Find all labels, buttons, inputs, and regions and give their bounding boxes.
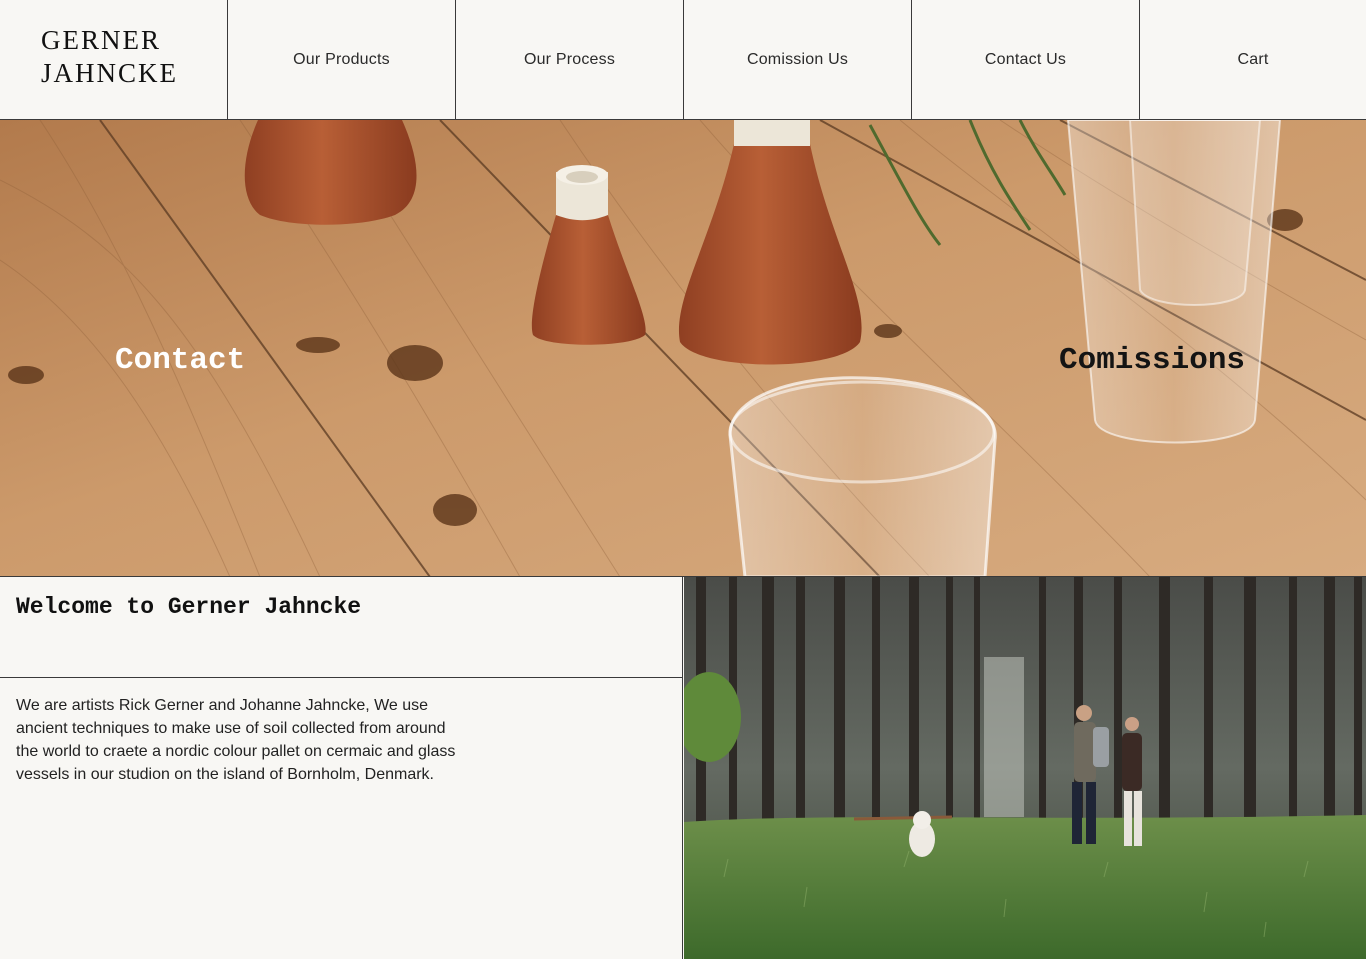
nav-our-process[interactable]: Our Process (456, 0, 684, 119)
brand-logo[interactable]: GERNER JAHNCKE (0, 0, 228, 119)
nav-cart[interactable]: Cart (1140, 0, 1366, 119)
welcome-heading: Welcome to Gerner Jahncke (16, 594, 362, 620)
hero-comissions-link[interactable]: Comissions (1059, 343, 1245, 378)
about-paragraph: We are artists Rick Gerner and Johanne J… (16, 697, 456, 783)
logo-line-2: JAHNCKE (41, 58, 179, 88)
hero-contact-link[interactable]: Contact (115, 343, 245, 378)
nav-our-products[interactable]: Our Products (228, 0, 456, 119)
logo-line-1: GERNER (41, 25, 161, 55)
welcome-section: Welcome to Gerner Jahncke (0, 577, 683, 678)
site-header: GERNER JAHNCKE Our Products Our Process … (0, 0, 1366, 120)
hero-banner: Contact Comissions (0, 120, 1366, 577)
forest-photo-artists (684, 577, 1366, 959)
nav-comission-us[interactable]: Comission Us (684, 0, 912, 119)
about-section: We are artists Rick Gerner and Johanne J… (0, 678, 683, 959)
nav-contact-us[interactable]: Contact Us (912, 0, 1140, 119)
forest-photo-illustration (684, 577, 1366, 959)
